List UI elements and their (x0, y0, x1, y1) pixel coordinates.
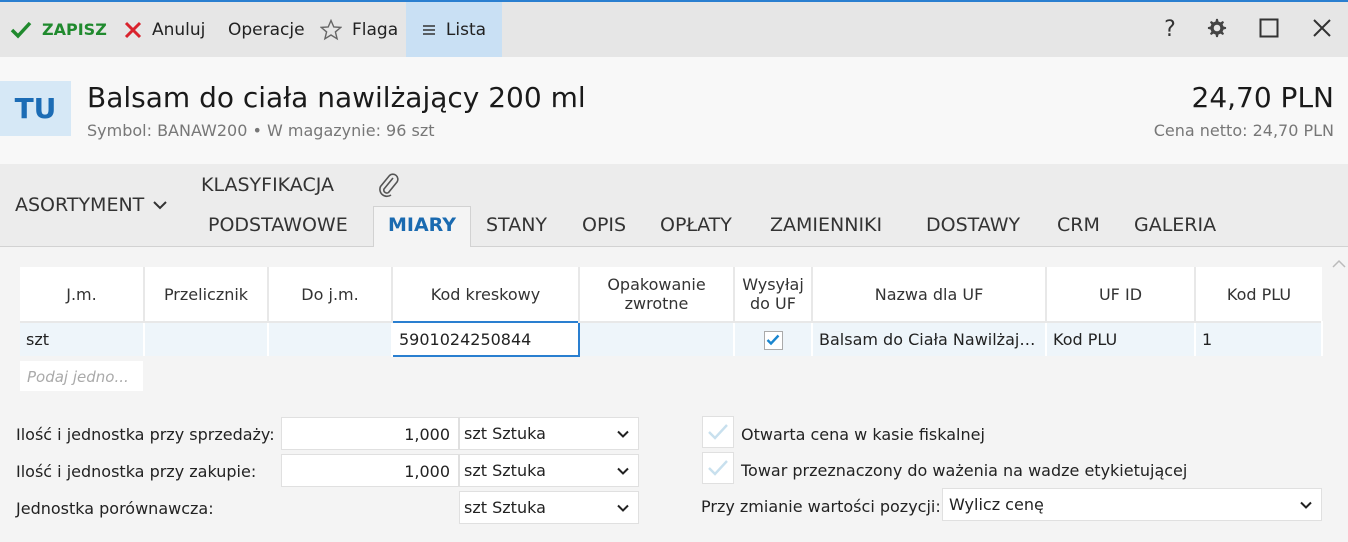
purchase-unit-name: Sztuka (492, 461, 546, 480)
purchase-quantity-input[interactable]: 1,000 (281, 454, 459, 487)
column-header[interactable]: Wysyłaj do UF (734, 267, 813, 322)
hamburger-menu-icon (422, 24, 436, 36)
value-change-value: Wylicz cenę (949, 495, 1044, 514)
assortment-label: ASORTYMENT (15, 194, 145, 216)
help-button[interactable]: ? (1150, 2, 1190, 57)
toolbar: ZAPISZ Anuluj Operacje Flaga Lista ? (0, 0, 1348, 57)
tab-crm[interactable]: CRM (1057, 214, 1100, 236)
comparison-unit-label: Jednostka porównawcza: (16, 499, 214, 518)
operations-button[interactable]: Operacje (228, 2, 305, 57)
open-price-checkbox[interactable] (702, 416, 734, 448)
flag-label: Flaga (352, 19, 399, 40)
tab-deliveries[interactable]: DOSTAWY (926, 214, 1020, 236)
comparison-unit-name: Sztuka (492, 498, 546, 517)
list-label: Lista (445, 19, 487, 40)
check-icon (708, 424, 728, 440)
close-x-icon (124, 21, 142, 39)
check-icon (708, 460, 728, 476)
tab-substitutes[interactable]: ZAMIENNIKI (770, 214, 882, 236)
sale-unit-select[interactable]: szt Sztuka (459, 417, 639, 450)
sale-quantity-input[interactable]: 1,000 (281, 417, 459, 450)
send-uf-checkbox[interactable] (763, 330, 783, 350)
maximize-icon (1259, 18, 1279, 42)
sale-quantity-label: Ilość i jednostka przy sprzedaży: (16, 425, 275, 444)
open-price-label: Otwarta cena w kasie fiskalnej (741, 425, 985, 444)
chevron-down-icon (1300, 501, 1312, 509)
tab-fees[interactable]: OPŁATY (660, 214, 732, 236)
assortment-dropdown[interactable]: ASORTYMENT (15, 194, 168, 216)
star-icon (320, 18, 342, 41)
value-change-select[interactable]: Wylicz cenę (942, 488, 1322, 521)
send-uf-cell[interactable] (734, 321, 813, 356)
value-change-label: Przy zmianie wartości pozycji: (701, 497, 941, 516)
sale-unit-code: szt (464, 424, 488, 443)
maximize-button[interactable] (1249, 2, 1289, 57)
save-label: ZAPISZ (42, 20, 107, 39)
column-header[interactable]: Do j.m. (268, 267, 393, 322)
tab-measures[interactable]: MIARY (373, 206, 472, 247)
table-row[interactable]: szt 5901024250844 Balsam do Ciała Nawilż… (20, 321, 1323, 357)
barcode-cell[interactable]: 5901024250844 (391, 321, 580, 357)
tab-description[interactable]: OPIS (582, 214, 626, 236)
comparison-unit-code: szt (464, 498, 488, 517)
column-header[interactable]: Opakowanie zwrotne (579, 267, 735, 322)
attachment-icon[interactable] (375, 170, 401, 202)
flag-button[interactable]: Flaga (320, 2, 398, 57)
scroll-up-icon[interactable] (1332, 253, 1346, 272)
chevron-down-icon (617, 430, 629, 438)
tab-gallery[interactable]: GALERIA (1134, 214, 1216, 236)
help-icon: ? (1164, 17, 1176, 42)
product-subtitle: Symbol: BANAW200 • W magazynie: 96 szt (87, 121, 435, 140)
close-icon (1312, 18, 1332, 42)
uf-id-cell[interactable]: Kod PLU (1046, 321, 1196, 356)
check-icon (766, 334, 780, 346)
purchase-unit-code: szt (464, 461, 488, 480)
column-header[interactable]: UF ID (1046, 267, 1196, 322)
column-header[interactable]: Nazwa dla UF (812, 267, 1047, 322)
gear-icon (1206, 17, 1228, 43)
new-unit-input[interactable]: Podaj jedno... (20, 361, 143, 391)
to-unit-cell[interactable] (268, 321, 393, 356)
product-header: TU Balsam do ciała nawilżający 200 ml Sy… (0, 57, 1348, 164)
tab-basic[interactable]: PODSTAWOWE (208, 214, 348, 236)
units-table: J.m. Przelicznik Do j.m. Kod kreskowy Op… (20, 267, 1323, 357)
column-header[interactable]: Kod PLU (1195, 267, 1322, 322)
tab-bar: ASORTYMENT KLASYFIKACJA PODSTAWOWE MIARY… (0, 164, 1348, 247)
comparison-unit-select[interactable]: szt Sztuka (459, 491, 639, 524)
close-window-button[interactable] (1302, 2, 1342, 57)
product-type-badge: TU (0, 81, 71, 136)
table-header-row: J.m. Przelicznik Do j.m. Kod kreskowy Op… (20, 267, 1322, 322)
unit-cell[interactable]: szt (20, 321, 145, 356)
product-price: 24,70 PLN (1191, 81, 1335, 114)
cancel-button[interactable]: Anuluj (124, 2, 205, 57)
weighing-checkbox[interactable] (702, 452, 734, 484)
checkmark-icon (10, 21, 32, 39)
product-title: Balsam do ciała nawilżający 200 ml (87, 81, 586, 114)
tab-classification[interactable]: KLASYFIKACJA (201, 174, 334, 196)
save-button[interactable]: ZAPISZ (10, 2, 107, 57)
list-button[interactable]: Lista (406, 2, 502, 57)
purchase-unit-select[interactable]: szt Sztuka (459, 454, 639, 487)
plu-cell[interactable]: 1 (1195, 321, 1323, 356)
settings-button[interactable] (1197, 2, 1237, 57)
net-price: Cena netto: 24,70 PLN (1153, 121, 1334, 140)
purchase-quantity-label: Ilość i jednostka przy zakupie: (16, 462, 257, 481)
returnable-cell[interactable] (579, 321, 735, 356)
column-header[interactable]: J.m. (20, 267, 145, 322)
tab-stock[interactable]: STANY (486, 214, 547, 236)
sale-unit-name: Sztuka (492, 424, 546, 443)
operations-label: Operacje (228, 19, 305, 40)
column-header[interactable]: Kod kreskowy (392, 267, 580, 322)
cancel-label: Anuluj (152, 19, 206, 40)
uf-name-cell[interactable]: Balsam do Ciała Nawilżaj… (812, 321, 1047, 356)
weighing-label: Towar przeznaczony do ważenia na wadze e… (741, 461, 1188, 480)
chevron-down-icon (617, 504, 629, 512)
chevron-down-icon (617, 467, 629, 475)
chevron-down-icon (153, 201, 167, 210)
factor-cell[interactable] (144, 321, 269, 356)
column-header[interactable]: Przelicznik (144, 267, 269, 322)
